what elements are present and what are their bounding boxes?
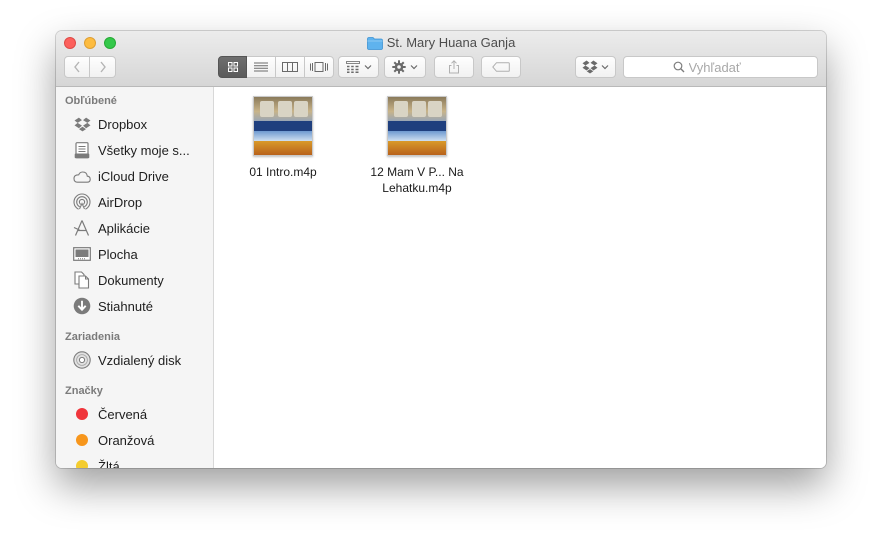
forward-button[interactable]	[90, 56, 116, 78]
sidebar-item-label: Červená	[98, 406, 148, 422]
dropbox-icon	[73, 115, 91, 133]
search-field[interactable]	[623, 56, 818, 78]
chevron-right-icon	[99, 61, 106, 73]
list-view-button[interactable]	[247, 56, 276, 78]
sidebar-item-label: Všetky moje s...	[98, 142, 190, 158]
applications-icon	[73, 219, 91, 237]
list-view-icon	[254, 62, 268, 72]
view-mode-control	[218, 56, 334, 78]
chevron-down-icon	[410, 65, 418, 70]
sidebar-item-label: Stiahnuté	[98, 298, 153, 314]
red-tag-dot-icon	[73, 405, 91, 423]
sidebar-item-tag-yellow[interactable]: Žltá	[56, 453, 213, 468]
dropbox-toolbar-button[interactable]	[575, 56, 616, 78]
downloads-icon	[73, 297, 91, 315]
arrange-icon	[345, 61, 360, 73]
navigation-buttons	[64, 56, 116, 78]
album-art-thumbnail	[253, 96, 313, 156]
share-button[interactable]	[434, 56, 474, 78]
back-button[interactable]	[64, 56, 90, 78]
window-title: St. Mary Huana Ganja	[386, 35, 516, 50]
sidebar-item-applications[interactable]: Aplikácie	[56, 215, 213, 241]
yellow-tag-dot-icon	[73, 457, 91, 468]
column-view-button[interactable]	[276, 56, 305, 78]
sidebar-item-dropbox[interactable]: Dropbox	[56, 111, 213, 137]
all-files-icon	[73, 141, 91, 159]
sidebar-item-tag-red[interactable]: Červená	[56, 401, 213, 427]
sidebar: Obľúbené Dropbox Všetky moje s... iCloud…	[56, 87, 214, 468]
sidebar-item-desktop[interactable]: Plocha	[56, 241, 213, 267]
window-title-area: St. Mary Huana Ganja	[56, 35, 826, 54]
airdrop-icon	[73, 193, 91, 211]
column-view-icon	[282, 62, 298, 72]
sidebar-item-label: iCloud Drive	[98, 168, 169, 184]
album-art-thumbnail	[387, 96, 447, 156]
coverflow-view-icon	[310, 62, 328, 72]
search-input[interactable]	[688, 59, 769, 75]
sidebar-item-label: Plocha	[98, 246, 138, 262]
chevron-down-icon	[601, 65, 609, 70]
icon-view-icon	[227, 62, 238, 72]
sidebar-item-remote-disc[interactable]: Vzdialený disk	[56, 347, 213, 373]
desktop-icon	[73, 245, 91, 263]
icloud-icon	[73, 167, 91, 185]
tags-heading: Značky	[65, 385, 103, 397]
finder-window: St. Mary Huana Ganja Vyhľadať Obľúbené D…	[56, 31, 826, 468]
sidebar-item-documents[interactable]: Dokumenty	[56, 267, 213, 293]
action-button[interactable]	[384, 56, 426, 78]
dropbox-icon	[582, 60, 598, 74]
share-icon	[449, 60, 459, 74]
sidebar-item-downloads[interactable]: Stiahnuté	[56, 293, 213, 319]
icon-view-button[interactable]	[218, 56, 247, 78]
chevron-left-icon	[74, 61, 80, 73]
sidebar-item-label: Vzdialený disk	[98, 352, 182, 368]
sidebar-item-airdrop[interactable]: AirDrop	[56, 189, 213, 215]
favorites-heading: Obľúbené	[65, 95, 117, 107]
devices-heading: Zariadenia	[65, 331, 121, 343]
coverflow-view-button[interactable]	[305, 56, 334, 78]
sidebar-item-label: AirDrop	[98, 194, 143, 210]
file-name: 12 Mam V P... Na Lehatku.m4p	[370, 165, 464, 195]
tag-icon	[492, 62, 510, 72]
sidebar-item-tag-orange[interactable]: Oranžová	[56, 427, 213, 453]
file-item[interactable]: 01 Intro.m4p	[228, 96, 338, 180]
file-name: 01 Intro.m4p	[249, 165, 317, 179]
remote-disc-icon	[73, 351, 91, 369]
sidebar-item-label: Dokumenty	[98, 272, 164, 288]
sidebar-item-icloud-drive[interactable]: iCloud Drive	[56, 163, 213, 189]
sidebar-item-label: Žltá	[98, 458, 120, 469]
gear-icon	[392, 60, 406, 74]
sidebar-item-all-my-files[interactable]: Všetky moje s...	[56, 137, 213, 163]
chevron-down-icon	[364, 65, 371, 70]
documents-icon	[73, 271, 91, 289]
sidebar-item-label: Oranžová	[98, 432, 155, 448]
tags-button[interactable]	[481, 56, 521, 78]
sidebar-item-label: Aplikácie	[98, 220, 151, 236]
title-bar: St. Mary Huana Ganja	[56, 31, 826, 87]
file-item[interactable]: 12 Mam V P... Na Lehatku.m4p	[362, 96, 472, 196]
orange-tag-dot-icon	[73, 431, 91, 449]
sidebar-item-label: Dropbox	[98, 116, 148, 132]
arrange-button[interactable]	[338, 56, 379, 78]
search-icon	[673, 61, 684, 73]
folder-icon	[366, 37, 383, 54]
file-area: 01 Intro.m4p 12 Mam V P... Na Lehatku.m4…	[214, 87, 826, 468]
